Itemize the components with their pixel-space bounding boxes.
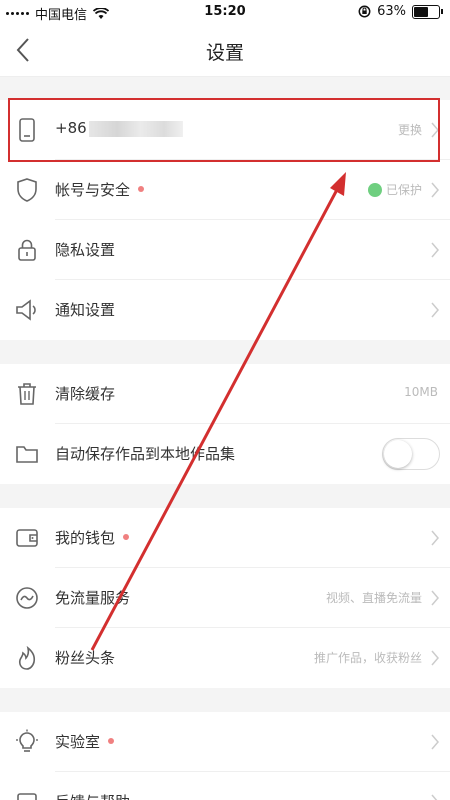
shield-icon [17,178,37,202]
free-data-row[interactable]: 免流量服务 视频、直播免流量 [0,568,450,628]
trash-icon [18,383,36,405]
auto-save-toggle[interactable] [382,438,440,470]
feedback-icon [17,793,37,800]
storage-section: 清除缓存 10MB 自动保存作品到本地作品集 [0,364,450,484]
protected-status: 已保护 [367,181,422,198]
fan-headline-value: 推广作品，收获粉丝 [313,651,422,665]
battery-icon [412,4,443,19]
check-icon [367,182,382,197]
notification-row[interactable]: 通知设置 [0,280,450,340]
notification-dot [138,185,145,192]
flame-icon [18,645,36,670]
free-data-label: 免流量服务 [55,589,131,607]
bulb-icon [16,729,38,752]
services-section: 我的钱包 免流量服务 视频、直播免流量 粉丝头条 推广作品，收获粉丝 [0,508,450,688]
protected-text: 已保护 [385,183,422,197]
lock-icon [18,239,36,261]
account-security-text: 帐号与安全 [55,181,131,199]
chevron-right-icon [431,794,438,800]
cache-size: 10MB [404,385,438,399]
notification-label: 通知设置 [55,301,116,319]
account-security-row[interactable]: 帐号与安全 已保护 [0,160,450,220]
rotation-lock-icon [358,5,371,18]
fan-headline-row[interactable]: 粉丝头条 推广作品，收获粉丝 [0,628,450,688]
lab-label: 实验室 [55,731,115,752]
folder-icon [16,446,38,463]
highlight-box [8,98,440,162]
page-title: 设置 [205,42,244,64]
feedback-label: 反馈与帮助 [55,791,130,800]
lab-row[interactable]: 实验室 [0,712,450,772]
auto-save-row: 自动保存作品到本地作品集 [0,424,450,484]
wallet-label: 我的钱包 [55,527,130,548]
chevron-right-icon [431,302,439,318]
notification-dot [108,737,115,744]
notification-dot [123,533,130,540]
wallet-icon [16,529,38,547]
clear-cache-row[interactable]: 清除缓存 10MB [0,364,450,424]
chevron-right-icon [431,734,439,750]
wave-icon [16,587,38,609]
nav-bar: 设置 [0,24,450,77]
fan-headline-label: 粉丝头条 [55,649,116,667]
speaker-icon [16,299,36,321]
privacy-label: 隐私设置 [55,241,116,259]
auto-save-label: 自动保存作品到本地作品集 [55,445,236,463]
chevron-right-icon [431,530,439,546]
battery-percent: 63% [377,4,406,19]
lab-section: 实验室 反馈与帮助 [0,712,450,800]
account-security-label: 帐号与安全 [55,179,145,200]
chevron-right-icon [431,242,439,258]
chevron-right-icon [431,650,439,666]
free-data-value: 视频、直播免流量 [325,591,422,605]
privacy-row[interactable]: 隐私设置 [0,220,450,280]
wallet-row[interactable]: 我的钱包 [0,508,450,568]
clear-cache-label: 清除缓存 [55,385,116,403]
toggle-knob [384,440,412,468]
wallet-text: 我的钱包 [55,529,116,547]
feedback-row[interactable]: 反馈与帮助 [0,772,450,800]
lab-text: 实验室 [55,733,101,751]
chevron-right-icon [431,182,439,198]
status-right: 63% [358,4,443,19]
status-bar: 中国电信 15:20 63% [0,0,450,24]
chevron-right-icon [431,590,439,606]
